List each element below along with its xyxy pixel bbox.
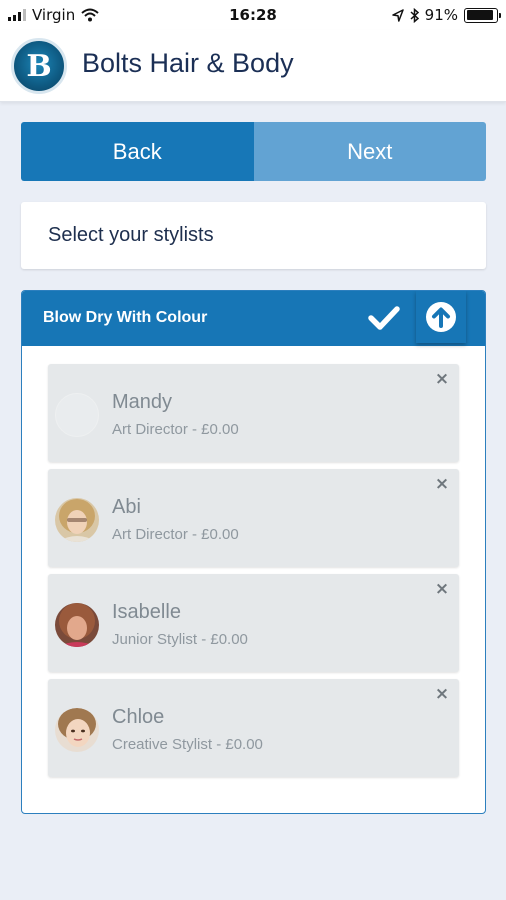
stylist-name: Chloe xyxy=(112,706,165,728)
remove-icon[interactable]: × xyxy=(433,579,451,599)
app-title: Bolts Hair & Body xyxy=(82,48,294,78)
battery-percent: 91% xyxy=(424,6,458,24)
stylist-role-price: Art Director - £0.00 xyxy=(112,421,239,438)
stylist-name: Mandy xyxy=(112,391,173,413)
collapse-button[interactable] xyxy=(416,291,466,343)
instruction-card: Select your stylists xyxy=(21,202,486,269)
remove-icon[interactable]: × xyxy=(433,369,451,389)
check-icon[interactable] xyxy=(367,303,401,333)
stylist-avatar xyxy=(55,708,99,752)
instruction-text: Select your stylists xyxy=(48,224,214,246)
stylist-role-price: Art Director - £0.00 xyxy=(112,526,239,543)
arrow-up-circle-icon xyxy=(426,302,456,332)
next-button[interactable]: Next xyxy=(253,122,486,181)
stylist-card[interactable]: Abi Art Director - £0.00 × xyxy=(48,469,459,567)
status-right: 91% xyxy=(391,6,501,24)
remove-icon[interactable]: × xyxy=(433,474,451,494)
stylist-card[interactable]: Mandy Art Director - £0.00 × xyxy=(48,364,459,462)
stylist-card[interactable]: Isabelle Junior Stylist - £0.00 × xyxy=(48,574,459,672)
step-navigation: Back Next xyxy=(21,122,486,181)
service-panel: Blow Dry With Colour Mandy Art Director … xyxy=(21,290,486,814)
bluetooth-icon xyxy=(410,7,419,23)
back-button[interactable]: Back xyxy=(21,122,254,181)
stylist-name: Abi xyxy=(112,496,141,518)
stylist-avatar xyxy=(55,393,99,437)
status-bar: Virgin 16:28 91% xyxy=(0,0,506,30)
salon-logo: B xyxy=(11,38,67,94)
battery-icon xyxy=(464,7,501,23)
location-arrow-icon xyxy=(391,8,404,22)
stylist-role-price: Junior Stylist - £0.00 xyxy=(112,631,248,648)
service-name: Blow Dry With Colour xyxy=(43,309,208,326)
app-header: B Bolts Hair & Body xyxy=(0,30,506,102)
remove-icon[interactable]: × xyxy=(433,684,451,704)
stylist-avatar xyxy=(55,498,99,542)
battery-level xyxy=(466,10,493,20)
service-header: Blow Dry With Colour xyxy=(22,291,485,346)
stylist-name: Isabelle xyxy=(112,601,181,623)
stylist-role-price: Creative Stylist - £0.00 xyxy=(112,736,263,753)
stylist-avatar xyxy=(55,603,99,647)
stylist-card[interactable]: Chloe Creative Stylist - £0.00 × xyxy=(48,679,459,777)
